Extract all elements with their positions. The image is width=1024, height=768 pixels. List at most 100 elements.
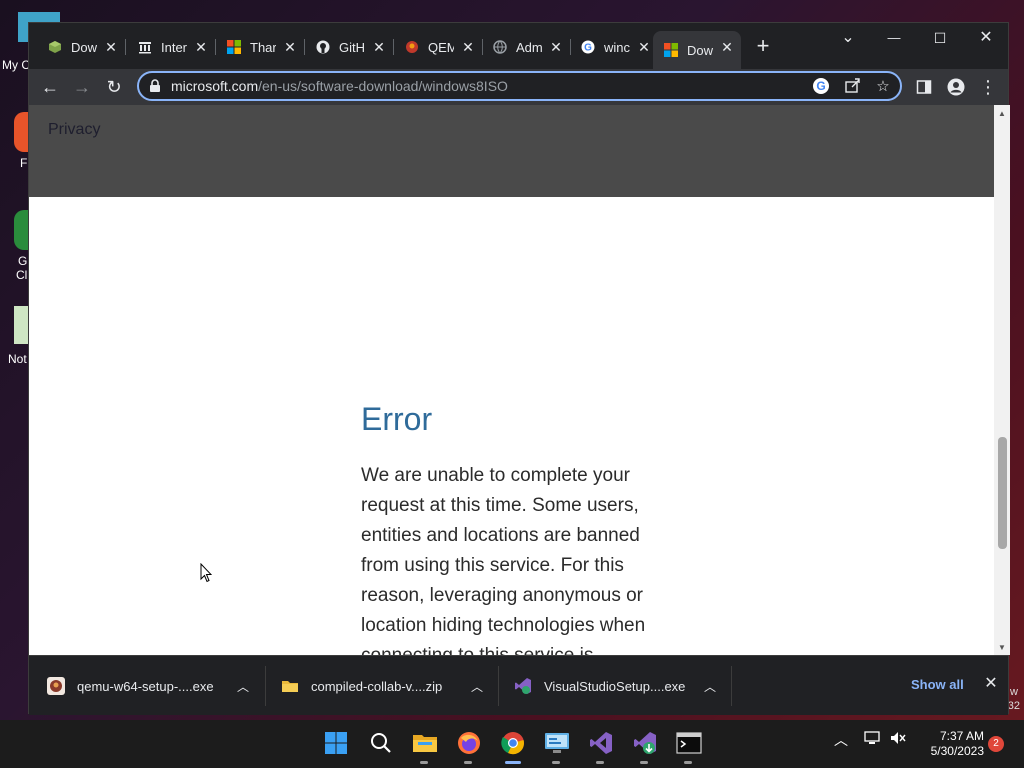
profile-icon[interactable] (943, 74, 969, 100)
url-text[interactable]: microsoft.com/en-us/software-download/wi… (171, 78, 508, 94)
reload-button[interactable]: ↻ (101, 74, 127, 100)
browser-window: Dow ✕ Inter ✕ Thar ✕ GitH ✕ QEM ✕ Adm ✕ … (28, 22, 1010, 715)
tab-4[interactable]: GitH ✕ (305, 33, 394, 61)
close-icon[interactable]: ✕ (193, 39, 209, 55)
browser-toolbar: ← → ↻ microsoft.com/en-us/software-downl… (29, 69, 1008, 105)
desktop-label-chrome-2: Cl (16, 268, 28, 282)
lock-icon[interactable] (149, 79, 163, 93)
tab-6[interactable]: Adm ✕ (482, 33, 571, 61)
close-icon[interactable]: ✕ (282, 39, 298, 55)
tab-5[interactable]: QEM ✕ (394, 33, 483, 61)
notification-badge[interactable]: 2 (988, 736, 1004, 752)
side-panel-icon[interactable] (911, 74, 937, 100)
close-icon[interactable]: ✕ (460, 39, 476, 55)
tab-title: Dow (687, 42, 713, 58)
download-divider (265, 666, 266, 706)
windows-logo-icon (325, 732, 347, 754)
chevron-up-icon[interactable]: ︿ (469, 678, 485, 695)
download-item-visualstudio[interactable]: VisualStudioSetup....exe ︿ (514, 656, 718, 716)
tab-title: Dow (71, 39, 97, 55)
taskbar-visual-studio[interactable] (586, 728, 616, 764)
system-clock[interactable]: 7:37 AM 5/30/2023 (914, 729, 984, 759)
desktop-label-firefox: F (20, 156, 28, 170)
download-item-collab[interactable]: compiled-collab-v....zip ︿ (281, 656, 485, 716)
chevron-up-icon[interactable]: ︿ (702, 678, 718, 695)
visual-studio-icon (590, 732, 612, 754)
scroll-up-arrow-icon[interactable]: ▲ (997, 109, 1007, 119)
close-icon[interactable]: ✕ (371, 39, 387, 55)
terminal-icon (676, 732, 702, 754)
privacy-link[interactable]: Privacy (48, 121, 100, 139)
taskbar-file-explorer[interactable] (410, 728, 440, 764)
chevron-up-icon[interactable]: ︿ (235, 678, 251, 695)
active-indicator (505, 761, 521, 764)
tab-title: GitH (339, 39, 365, 55)
close-icon[interactable]: ✕ (719, 39, 735, 55)
desktop-right-text-1: w (1010, 686, 1018, 698)
desktop-right-text-2: 32 (1007, 700, 1020, 712)
tab-3[interactable]: Thar ✕ (216, 33, 305, 61)
minimize-button[interactable]: — (871, 23, 917, 53)
desktop-label-mycomputer: My C (2, 58, 30, 72)
address-bar[interactable]: microsoft.com/en-us/software-download/wi… (137, 71, 902, 101)
maximize-button[interactable]: ☐ (917, 23, 963, 53)
forward-button[interactable]: → (69, 74, 95, 100)
back-button[interactable]: ← (37, 74, 63, 100)
visual-studio-icon (514, 677, 532, 695)
microsoft-icon (226, 39, 242, 55)
share-icon[interactable] (843, 77, 863, 97)
show-all-downloads-button[interactable]: Show all (911, 677, 964, 692)
tab-8-active[interactable]: Dow ✕ (653, 31, 741, 69)
taskbar-visual-studio-installer[interactable] (630, 728, 660, 764)
network-icon[interactable] (864, 730, 880, 749)
folder-zip-icon (281, 677, 299, 695)
page-scrollbar[interactable]: ▲ ▼ (994, 105, 1010, 655)
tab-title: Adm (516, 39, 542, 55)
bookmark-star-icon[interactable]: ☆ (873, 77, 893, 97)
close-icon[interactable]: ✕ (103, 39, 119, 55)
taskbar-chrome[interactable] (498, 728, 528, 764)
running-indicator (640, 761, 648, 764)
box-icon (47, 39, 63, 55)
close-icon[interactable]: ✕ (636, 39, 652, 55)
tab-search-button[interactable]: ⌄ (825, 23, 871, 53)
taskbar-search-button[interactable] (366, 728, 396, 758)
url-host: microsoft.com (171, 78, 259, 94)
taskbar-terminal[interactable] (674, 728, 704, 764)
volume-muted-icon[interactable] (890, 730, 906, 749)
tab-7[interactable]: G winc ✕ (570, 33, 658, 61)
menu-kebab-icon[interactable]: ⋮ (975, 74, 1001, 100)
desktop-icon-chrome[interactable] (14, 210, 28, 250)
tab-2[interactable]: Inter ✕ (127, 33, 216, 61)
desktop-icon-notepad[interactable] (14, 306, 28, 344)
taskbar-firefox[interactable] (454, 728, 484, 764)
running-indicator (552, 761, 560, 764)
close-window-button[interactable]: ✕ (963, 23, 1009, 53)
tab-title: QEM (428, 39, 454, 55)
google-icon: G (580, 39, 596, 55)
scroll-down-arrow-icon[interactable]: ▼ (997, 643, 1007, 653)
desktop-icon-firefox[interactable] (14, 112, 28, 152)
taskbar-control-panel[interactable] (542, 728, 572, 764)
tray-overflow-chevron-icon[interactable]: ︿ (834, 730, 848, 750)
running-indicator (420, 761, 428, 764)
site-footer: Privacy (29, 105, 994, 197)
globe-icon (492, 39, 508, 55)
firefox-icon (458, 732, 480, 754)
close-icon[interactable]: ✕ (548, 39, 564, 55)
running-indicator (684, 761, 692, 764)
start-button[interactable] (321, 728, 351, 758)
qemu-icon (47, 677, 65, 695)
tab-1[interactable]: Dow ✕ (37, 33, 126, 61)
tab-strip: Dow ✕ Inter ✕ Thar ✕ GitH ✕ QEM ✕ Adm ✕ … (29, 23, 1008, 69)
scrollbar-thumb[interactable] (998, 437, 1007, 549)
download-item-qemu[interactable]: qemu-w64-setup-....exe ︿ (47, 656, 251, 716)
download-shelf: qemu-w64-setup-....exe ︿ compiled-collab… (29, 655, 1008, 715)
clock-date: 5/30/2023 (930, 744, 984, 758)
visual-studio-installer-icon (634, 732, 656, 754)
svg-text:G: G (816, 79, 825, 93)
download-divider (731, 666, 732, 706)
google-lens-icon[interactable]: G (811, 77, 831, 97)
close-download-shelf-button[interactable]: ✕ (981, 674, 1001, 694)
new-tab-button[interactable]: + (751, 35, 775, 59)
